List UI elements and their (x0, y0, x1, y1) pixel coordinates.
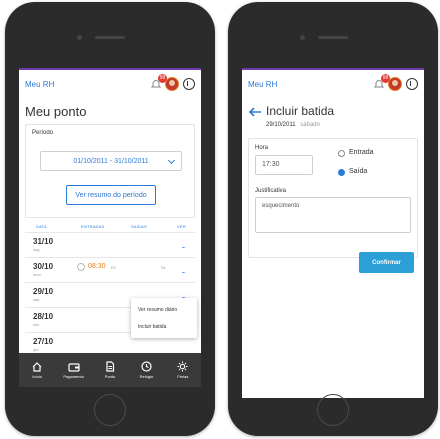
entry-time[interactable]: 08:30 (88, 263, 106, 270)
tab-relogio[interactable]: Relógio (128, 353, 164, 387)
wallet-icon (68, 362, 80, 372)
selected-weekday: sábado (300, 122, 320, 128)
front-camera (77, 35, 82, 40)
radio-entry-label: Entrada (349, 149, 374, 156)
menu-item-daily-summary[interactable]: Ver resumo diário (138, 307, 177, 313)
front-camera (300, 35, 305, 40)
avatar[interactable] (388, 77, 402, 91)
bell-icon[interactable]: 99 (151, 74, 167, 89)
period-select[interactable]: 01/10/2011 - 31/10/2011 (40, 151, 182, 171)
justification-label: Justificativa (255, 188, 287, 194)
header-date: DATA (36, 224, 47, 229)
period-card: Período 01/10/2011 - 31/10/2011 Ver resu… (25, 124, 195, 218)
tab-pagamento[interactable]: Pagamento (55, 353, 91, 387)
exit-tag: S1 (161, 265, 166, 270)
header-view: VER (177, 224, 186, 229)
tab-label: Relógio (139, 374, 154, 379)
phone-frame-right: Meu RH 99 Incluir batida 29/10/2011 sába… (228, 2, 438, 436)
period-value: 01/10/2011 - 31/10/2011 (73, 157, 149, 165)
tab-label: Pagamento (63, 373, 84, 379)
row-weekday: dom (33, 272, 41, 277)
menu-item-add-punch[interactable]: Incluir batida (138, 324, 166, 330)
home-button[interactable] (94, 394, 126, 426)
summary-period-button[interactable]: Ver resumo do período (66, 185, 156, 205)
row-more-button[interactable]: ... (181, 266, 186, 275)
tab-ponto[interactable]: Ponto (92, 353, 128, 387)
document-icon (106, 361, 115, 372)
tab-label: Ponto (104, 374, 116, 379)
header-exits: SAÍDAS (131, 224, 147, 229)
clock-icon (77, 263, 85, 271)
chevron-down-icon (167, 156, 176, 165)
speaker (318, 36, 348, 39)
speaker (95, 36, 125, 39)
entry-tag: E1 (111, 265, 116, 270)
sun-icon (177, 361, 188, 372)
logout-icon[interactable] (183, 78, 195, 90)
top-bar: Meu RH 99 (19, 68, 201, 98)
row-weekday: sáb (33, 297, 40, 302)
back-arrow-icon[interactable] (248, 107, 262, 117)
screen-incluir-batida: Meu RH 99 Incluir batida 29/10/2011 sába… (242, 68, 424, 398)
hour-input[interactable]: 17:30 (255, 155, 313, 175)
logout-icon[interactable] (406, 78, 418, 90)
header-entries: ENTRADAS (81, 224, 105, 229)
tab-inicio[interactable]: Início (19, 353, 55, 387)
page-title: Meu ponto (25, 104, 87, 119)
table-row: 30/10 dom 08:30 E1 S1 ... (25, 257, 195, 282)
row-date: 27/10 (33, 337, 54, 346)
tab-label: Férias (177, 374, 189, 379)
home-button[interactable] (317, 394, 349, 426)
row-weekday: seg (33, 247, 40, 252)
justification-textarea[interactable]: esquecimento (255, 197, 411, 233)
row-more-button[interactable]: ... (181, 241, 186, 250)
row-date: 29/10 (33, 287, 54, 296)
row-date: 31/10 (33, 237, 54, 246)
row-weekday: qui (33, 347, 39, 352)
radio-exit-label: Saída (349, 168, 368, 175)
radio-exit-selected[interactable] (338, 169, 345, 176)
table-row: 31/10 seg ... (25, 232, 195, 257)
clock-icon (141, 361, 152, 372)
app-brand[interactable]: Meu RH (25, 80, 54, 89)
app-brand[interactable]: Meu RH (248, 80, 277, 89)
row-date: 30/10 (33, 262, 54, 271)
row-date: 28/10 (33, 312, 54, 321)
tab-ferias[interactable]: Férias (165, 353, 201, 387)
radio-entry[interactable] (338, 150, 345, 157)
phone-frame-left: Meu RH 99 Meu ponto Período 01/10/2011 -… (5, 2, 215, 436)
period-label: Período (32, 130, 54, 136)
bottom-tab-bar: Início Pagamento Ponto Relógio Férias (19, 353, 201, 387)
context-menu: Ver resumo diário Incluir batida (131, 298, 197, 338)
row-weekday: sex (33, 322, 40, 327)
bell-icon[interactable]: 99 (374, 74, 390, 89)
home-icon (32, 361, 42, 372)
hour-label: Hora (255, 145, 269, 151)
top-bar: Meu RH 99 (242, 68, 424, 98)
tab-label: Início (32, 373, 42, 379)
selected-date: 29/10/2011 (266, 122, 296, 128)
avatar[interactable] (165, 77, 179, 91)
confirm-button[interactable]: Confirmar (359, 252, 414, 273)
screen-meu-ponto: Meu RH 99 Meu ponto Período 01/10/2011 -… (19, 68, 201, 387)
punch-form-card: Hora 17:30 Entrada Saída Justificativa e… (248, 138, 418, 258)
date-line: 29/10/2011 sábado (266, 122, 320, 128)
page-title: Incluir batida (266, 104, 335, 118)
